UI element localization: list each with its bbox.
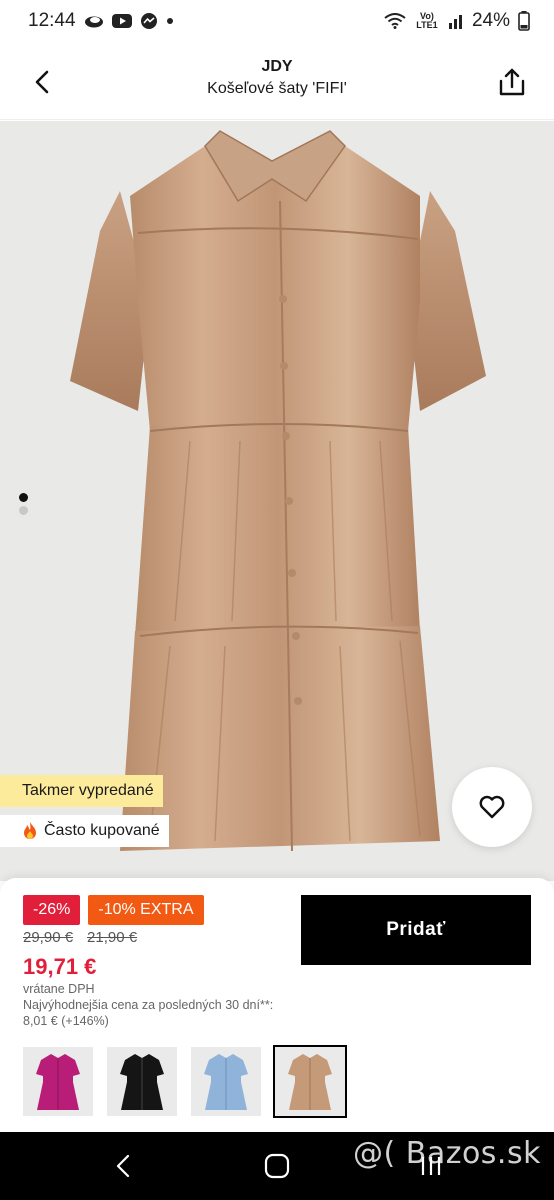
product-image [70,130,486,852]
dress-thumbnail-light-blue [204,1053,248,1110]
almost-sold-out-label: Takmer vypredané [22,782,154,799]
dress-thumbnail-tan [288,1053,332,1110]
vat-note: vrátane DPH [23,982,95,996]
color-variants [23,1045,347,1118]
variant-black[interactable] [107,1047,177,1116]
youtube-icon [111,14,132,28]
cloud-icon [84,14,104,28]
product-title: Košeľové šaty 'FIFI' [207,80,347,97]
app-header: JDY Košeľové šaty 'FIFI' [0,42,554,120]
lowest-price-note: Najvýhodnejšia cena za posledných 30 dní… [23,998,274,1028]
often-bought-badge: Často kupované [0,815,169,847]
old-prices: 29,90 € 21,90 € [23,929,137,946]
home-icon [264,1153,290,1179]
add-to-cart-button[interactable]: Pridať [301,895,531,965]
previous-price: 21,90 € [87,929,138,946]
brand-name: JDY [261,58,293,75]
system-back-button[interactable] [110,1152,136,1180]
pagination-dot[interactable] [19,506,28,515]
dress-thumbnail-magenta [36,1053,80,1110]
original-price: 29,90 € [23,929,74,946]
messenger-icon [140,12,158,30]
variant-tan[interactable] [273,1045,347,1118]
bazos-watermark: @( Bazos.sk [353,1136,541,1171]
fire-icon [24,822,36,839]
battery-icon [518,11,530,31]
status-time: 12:44 [28,10,76,31]
share-button[interactable] [492,62,532,102]
purchase-panel: -26% -10% EXTRA 29,90 € 21,90 € 19,71 € … [0,878,554,1132]
final-price: 19,71 € [23,954,97,979]
system-home-button[interactable] [263,1152,291,1180]
dress-thumbnail-black [120,1053,164,1110]
variant-light-blue[interactable] [191,1047,261,1116]
signal-icon [448,13,464,29]
often-bought-label: Často kupované [44,822,160,839]
extra-discount-badge: -10% EXTRA [88,895,204,925]
status-bar: 12:44 Vo) LTE1 24% [0,0,554,42]
discount-badges: -26% -10% EXTRA [23,895,204,925]
volte-icon: Vo) LTE1 [414,12,440,30]
share-icon [499,68,525,96]
network-label: Vo) LTE1 [416,11,438,30]
heart-icon [479,795,505,819]
favorite-button[interactable] [452,767,532,847]
discount-badge: -26% [23,895,81,925]
product-gallery[interactable]: Takmer vypredané Často kupované [0,121,554,881]
pagination-dot-active[interactable] [19,493,28,502]
battery-level: 24% [471,10,510,31]
chevron-left-icon [116,1154,130,1178]
wifi-icon [384,13,406,29]
gallery-pagination [19,493,28,515]
variant-magenta[interactable] [23,1047,93,1116]
notification-dot-icon [166,17,174,25]
almost-sold-out-badge: Takmer vypredané [0,775,163,807]
